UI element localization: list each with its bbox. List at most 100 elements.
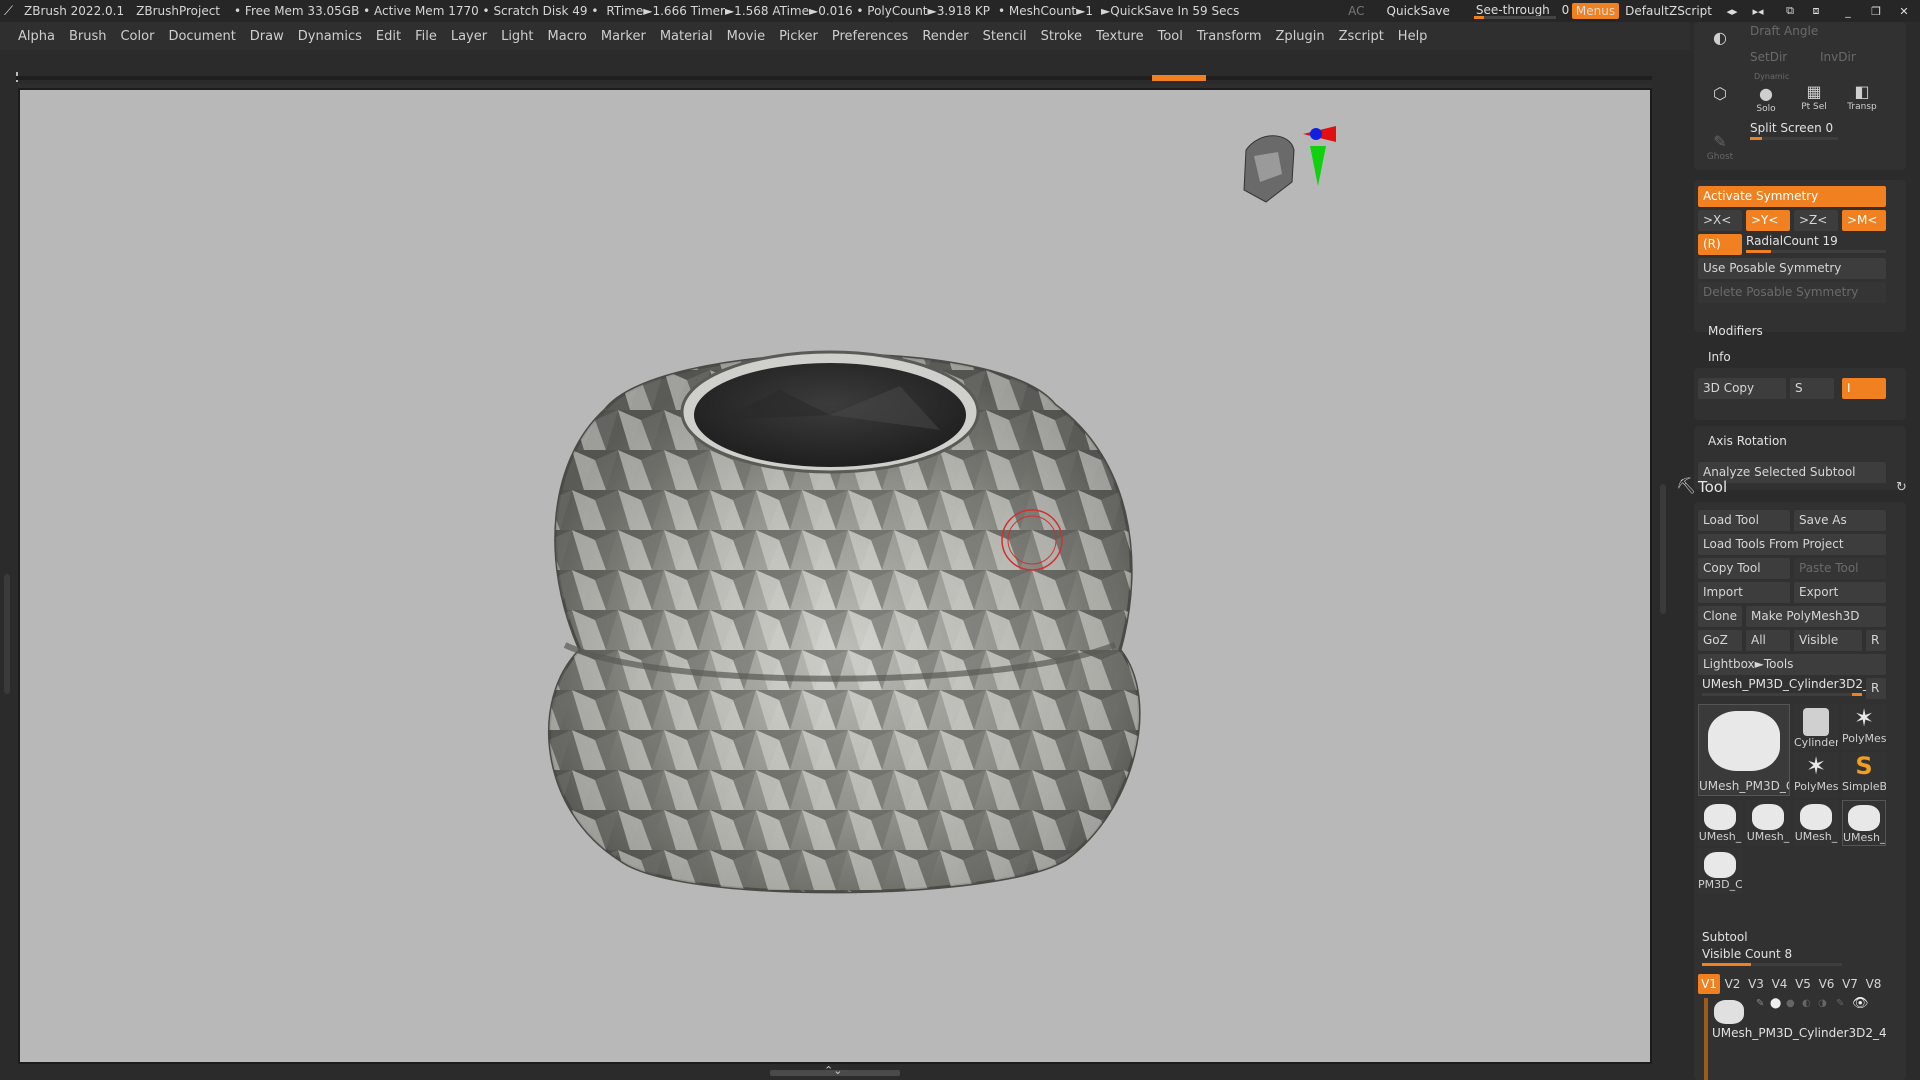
expand-icon[interactable]: ▸◂ — [1750, 5, 1766, 18]
refresh-icon[interactable]: ↻ — [1896, 480, 1907, 495]
tool-thumb-umesh-4[interactable]: UMesh_ — [1842, 800, 1886, 846]
load-tool-button[interactable]: Load Tool — [1698, 510, 1790, 531]
symmetry-z-button[interactable]: >Z< — [1794, 210, 1838, 231]
canvas-viewport[interactable] — [18, 88, 1652, 1064]
subtool-polyframe-icon[interactable]: ⬤ — [1770, 998, 1781, 1009]
subtool-brush-icon[interactable]: ✎ — [1756, 998, 1764, 1009]
tool-palette-title[interactable]: Tool — [1698, 478, 1727, 496]
tool-thumb-main[interactable]: UMesh_PM3D_C — [1698, 704, 1790, 796]
orientation-gizmo[interactable] — [1243, 126, 1336, 203]
menu-preferences[interactable]: Preferences — [832, 29, 908, 44]
menus-toggle-button[interactable]: Menus — [1571, 3, 1620, 19]
paste-tool-button[interactable]: Paste Tool — [1794, 558, 1886, 579]
ghost-button[interactable]: ✎ Ghost — [1698, 132, 1742, 168]
3d-copy-button[interactable]: 3D Copy — [1698, 378, 1786, 399]
quicksave-button[interactable]: QuickSave — [1387, 4, 1450, 18]
export-button[interactable]: Export — [1794, 582, 1886, 603]
subtool-version-v5[interactable]: V5 — [1792, 974, 1814, 994]
make-polymesh3d-button[interactable]: Make PolyMesh3D — [1746, 606, 1886, 627]
default-zscript-button[interactable]: DefaultZScript — [1625, 4, 1712, 18]
goz-visible-button[interactable]: Visible — [1794, 630, 1862, 651]
menu-zplugin[interactable]: Zplugin — [1276, 29, 1325, 44]
subtool-version-v7[interactable]: V7 — [1839, 974, 1861, 994]
cube-icon[interactable]: ⬡ — [1698, 84, 1742, 120]
goz-r-button[interactable]: R — [1866, 630, 1886, 651]
axis-rotation-subpalette[interactable]: Axis Rotation — [1708, 434, 1787, 448]
menu-material[interactable]: Material — [660, 29, 713, 44]
radial-r-button[interactable]: (R) — [1698, 234, 1742, 255]
tool-thumb-umesh-1[interactable]: UMesh_ — [1698, 800, 1742, 846]
use-posable-symmetry-button[interactable]: Use Posable Symmetry — [1698, 258, 1886, 279]
subtool-eye-icon[interactable]: 👁 — [1852, 996, 1869, 1011]
menu-draw[interactable]: Draw — [250, 29, 284, 44]
left-tray-grip[interactable] — [4, 574, 10, 694]
load-tools-from-project-button[interactable]: Load Tools From Project — [1698, 534, 1886, 555]
layout-icon[interactable]: ⧉ — [1782, 4, 1798, 18]
import-button[interactable]: Import — [1698, 582, 1790, 603]
subtool-lock-icon[interactable]: ◑ — [1818, 998, 1827, 1009]
delete-posable-symmetry-button[interactable]: Delete Posable Symmetry — [1698, 282, 1886, 303]
tool-thumb-cylinder[interactable]: Cylinder — [1794, 704, 1838, 750]
menu-file[interactable]: File — [415, 29, 437, 44]
menu-edit[interactable]: Edit — [376, 29, 401, 44]
subtool-version-v4[interactable]: V4 — [1769, 974, 1791, 994]
subtool-dot-icon[interactable]: ● — [1786, 998, 1795, 1009]
invdir-button[interactable]: InvDir — [1820, 50, 1856, 64]
menu-dynamics[interactable]: Dynamics — [298, 29, 362, 44]
menu-stroke[interactable]: Stroke — [1041, 29, 1082, 44]
s-button[interactable]: S — [1790, 378, 1834, 399]
current-tool-r-button[interactable]: R — [1866, 678, 1886, 699]
symmetry-y-button[interactable]: >Y< — [1746, 210, 1790, 231]
lightbox-tools-button[interactable]: Lightbox►Tools — [1698, 654, 1886, 675]
i-button[interactable]: I — [1842, 378, 1886, 399]
subtool-merge-icon[interactable]: ◐ — [1802, 998, 1811, 1009]
menu-marker[interactable]: Marker — [601, 29, 646, 44]
menu-layer[interactable]: Layer — [451, 29, 487, 44]
menu-stencil[interactable]: Stencil — [983, 29, 1027, 44]
menu-document[interactable]: Document — [168, 29, 235, 44]
menu-zscript[interactable]: Zscript — [1339, 29, 1384, 44]
right-tray-grip[interactable] — [1660, 484, 1666, 614]
menu-macro[interactable]: Macro — [548, 29, 587, 44]
symmetry-m-button[interactable]: >M< — [1842, 210, 1886, 231]
shrink-icon[interactable]: ◂▸ — [1724, 5, 1740, 18]
clone-button[interactable]: Clone — [1698, 606, 1742, 627]
current-tool-slider[interactable]: UMesh_PM3D_Cylinder3D2_4 — [1702, 676, 1877, 697]
menu-alpha[interactable]: Alpha — [18, 29, 55, 44]
menu-tool[interactable]: Tool — [1158, 29, 1183, 44]
subtool-version-v8[interactable]: V8 — [1863, 974, 1885, 994]
split-screen-slider[interactable]: Split Screen 0 — [1750, 120, 1838, 141]
save-as-button[interactable]: Save As — [1794, 510, 1886, 531]
menu-help[interactable]: Help — [1398, 29, 1428, 44]
subtool-list-item[interactable]: ✎ ⬤ ● ◐ ◑ ✎ 👁 UMesh_PM3D_Cylinder3D2_4 — [1712, 996, 1888, 1042]
subtool-pencil-icon[interactable]: ✎ — [1836, 998, 1844, 1009]
goz-button[interactable]: GoZ — [1698, 630, 1742, 651]
bottom-expand-icon[interactable]: ⌃⌄ — [824, 1064, 842, 1077]
pin-icon[interactable]: ⛏ — [1676, 476, 1696, 495]
subtool-version-v1[interactable]: V1 — [1698, 974, 1720, 994]
tool-thumb-simplebrush[interactable]: S SimpleB — [1842, 752, 1886, 798]
tool-thumb-polymesh-1[interactable]: ✶ PolyMes — [1842, 704, 1886, 750]
symmetry-x-button[interactable]: >X< — [1698, 210, 1742, 231]
menu-light[interactable]: Light — [501, 29, 533, 44]
subtool-subpalette-title[interactable]: Subtool — [1702, 930, 1748, 944]
info-subpalette[interactable]: Info — [1708, 350, 1731, 364]
activate-symmetry-button[interactable]: Activate Symmetry — [1698, 186, 1886, 207]
visible-count-slider[interactable]: Visible Count 8 — [1702, 946, 1842, 967]
radial-count-slider[interactable]: RadialCount 19 — [1746, 233, 1886, 254]
solo-button[interactable]: ● Solo — [1744, 84, 1788, 120]
transp-button[interactable]: ◧ Transp — [1840, 82, 1884, 118]
minimize-icon[interactable]: _ — [1840, 5, 1856, 18]
see-through-slider[interactable]: See-through 0 — [1472, 2, 1569, 20]
menu-color[interactable]: Color — [120, 29, 154, 44]
ptsel-button[interactable]: ▦ Pt Sel — [1792, 82, 1836, 118]
menu-brush[interactable]: Brush — [69, 29, 107, 44]
subtool-version-v2[interactable]: V2 — [1722, 974, 1744, 994]
restore-icon[interactable]: ❐ — [1868, 5, 1884, 18]
close-icon[interactable]: ✕ — [1896, 5, 1912, 18]
tool-thumb-umesh-2[interactable]: UMesh_ — [1746, 800, 1790, 846]
layout-alt-icon[interactable]: ⧈ — [1808, 4, 1824, 18]
goz-all-button[interactable]: All — [1746, 630, 1790, 651]
copy-tool-button[interactable]: Copy Tool — [1698, 558, 1790, 579]
setdir-button[interactable]: SetDir — [1750, 50, 1787, 64]
